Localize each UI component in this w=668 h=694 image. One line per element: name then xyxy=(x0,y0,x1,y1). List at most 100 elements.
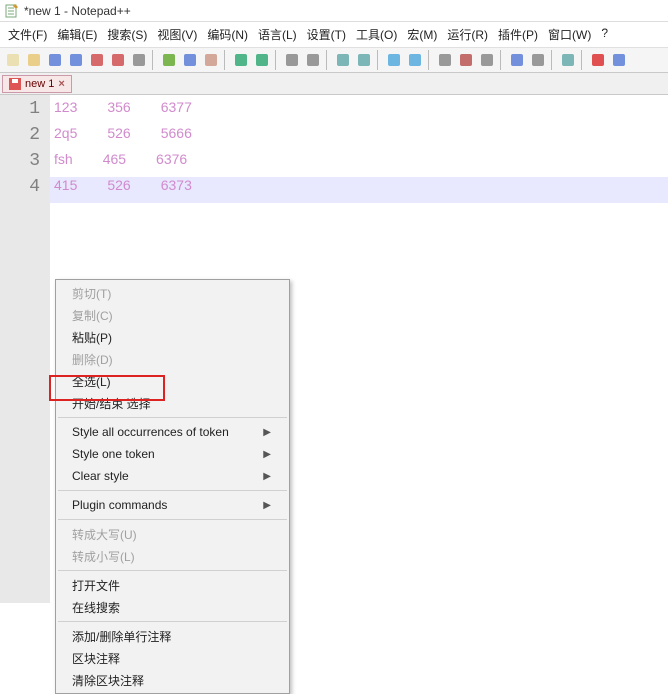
ctxmenu-separator xyxy=(58,417,287,418)
ctxmenu-item[interactable]: 打开文件 xyxy=(56,574,289,596)
close-all-icon[interactable] xyxy=(108,50,128,70)
ctxmenu-item[interactable]: Style all occurrences of token ▶ xyxy=(56,421,289,443)
code-line[interactable]: 1233566377 xyxy=(50,99,668,125)
menu-bar: 文件(F)编辑(E)搜索(S)视图(V)编码(N)语言(L)设置(T)工具(O)… xyxy=(0,22,668,47)
ctxmenu-label: 转成大写(U) xyxy=(72,526,137,543)
toolbar-separator xyxy=(326,50,330,70)
tab-label: new 1 xyxy=(25,78,54,90)
replace-icon[interactable] xyxy=(303,50,323,70)
menu-11[interactable]: 窗口(W) xyxy=(544,24,595,45)
ctxmenu-label: 全选(L) xyxy=(72,373,111,390)
menu-12[interactable]: ? xyxy=(597,24,612,45)
code-token: fsh xyxy=(54,151,73,177)
ctxmenu-item[interactable]: 区块注释 xyxy=(56,647,289,669)
ctxmenu-item[interactable]: 开始/结束 选择 xyxy=(56,392,289,414)
line-gutter: 1234 xyxy=(0,95,50,603)
ctxmenu-label: 清除区块注释 xyxy=(72,672,144,689)
ctxmenu-label: 区块注释 xyxy=(72,650,120,667)
code-token: 356 xyxy=(107,99,130,125)
ctxmenu-label: Plugin commands xyxy=(72,498,167,512)
code-token: 5666 xyxy=(161,125,192,151)
toolbar-separator xyxy=(500,50,504,70)
menu-10[interactable]: 插件(P) xyxy=(494,24,542,45)
doc-map-icon[interactable] xyxy=(528,50,548,70)
code-token: 465 xyxy=(103,151,126,177)
close-icon[interactable] xyxy=(87,50,107,70)
menu-8[interactable]: 宏(M) xyxy=(403,24,441,45)
tab-close-icon[interactable]: × xyxy=(58,78,64,90)
ctxmenu-label: 删除(D) xyxy=(72,351,113,368)
print-icon[interactable] xyxy=(129,50,149,70)
lang-icon[interactable] xyxy=(507,50,527,70)
undo-icon[interactable] xyxy=(231,50,251,70)
wrap-icon[interactable] xyxy=(435,50,455,70)
find-icon[interactable] xyxy=(282,50,302,70)
code-line[interactable]: 2q55265666 xyxy=(50,125,668,151)
ctxmenu-item[interactable]: Clear style▶ xyxy=(56,465,289,487)
code-token: 415 xyxy=(54,177,77,203)
redo-icon[interactable] xyxy=(252,50,272,70)
tab-new-1[interactable]: new 1 × xyxy=(2,75,72,93)
zoom-in-icon[interactable] xyxy=(333,50,353,70)
menu-0[interactable]: 文件(F) xyxy=(4,24,51,45)
menu-9[interactable]: 运行(R) xyxy=(443,24,492,45)
ctxmenu-item[interactable]: 粘贴(P) xyxy=(56,326,289,348)
ctxmenu-item[interactable]: 在线搜索 xyxy=(56,596,289,618)
chevron-right-icon: ▶ xyxy=(263,449,271,460)
sync-v-icon[interactable] xyxy=(384,50,404,70)
menu-5[interactable]: 语言(L) xyxy=(254,24,301,45)
ctxmenu-label: 剪切(T) xyxy=(72,285,111,302)
open-file-icon[interactable] xyxy=(24,50,44,70)
menu-1[interactable]: 编辑(E) xyxy=(53,24,101,45)
toolbar-separator xyxy=(377,50,381,70)
chevron-right-icon: ▶ xyxy=(263,427,271,438)
ctxmenu-separator xyxy=(58,570,287,571)
menu-7[interactable]: 工具(O) xyxy=(352,24,401,45)
cut-icon[interactable] xyxy=(159,50,179,70)
ctxmenu-item[interactable]: 添加/删除单行注释 xyxy=(56,625,289,647)
toolbar-separator xyxy=(152,50,156,70)
paste-icon[interactable] xyxy=(201,50,221,70)
menu-6[interactable]: 设置(T) xyxy=(303,24,350,45)
code-line[interactable]: 4155266373 xyxy=(50,177,668,203)
show-all-icon[interactable] xyxy=(456,50,476,70)
code-token: 526 xyxy=(107,125,130,151)
monitor-icon[interactable] xyxy=(558,50,578,70)
record-icon[interactable] xyxy=(588,50,608,70)
ctxmenu-label: Style all occurrences of token xyxy=(72,425,229,439)
ctxmenu-label: 粘贴(P) xyxy=(72,329,112,346)
tab-bar: new 1 × xyxy=(0,73,668,95)
save-icon[interactable] xyxy=(45,50,65,70)
ctxmenu-item: 转成大写(U) xyxy=(56,523,289,545)
toolbar-separator xyxy=(224,50,228,70)
ctxmenu-item[interactable]: Plugin commands ▶ xyxy=(56,494,289,516)
ctxmenu-label: 复制(C) xyxy=(72,307,113,324)
menu-4[interactable]: 编码(N) xyxy=(203,24,252,45)
line-number: 4 xyxy=(0,177,50,203)
ctxmenu-separator xyxy=(58,621,287,622)
editor[interactable]: 1234 12335663772q55265666fsh465637641552… xyxy=(0,95,668,603)
code-token: 526 xyxy=(107,177,130,203)
chevron-right-icon: ▶ xyxy=(263,500,271,511)
toolbar xyxy=(0,47,668,73)
indent-guide-icon[interactable] xyxy=(477,50,497,70)
menu-3[interactable]: 视图(V) xyxy=(153,24,201,45)
zoom-out-icon[interactable] xyxy=(354,50,374,70)
ctxmenu-label: Clear style xyxy=(72,469,129,483)
code-line[interactable]: fsh4656376 xyxy=(50,151,668,177)
menu-2[interactable]: 搜索(S) xyxy=(103,24,151,45)
ctxmenu-item[interactable]: Style one token▶ xyxy=(56,443,289,465)
ctxmenu-item[interactable]: 清除区块注释 xyxy=(56,669,289,691)
line-number: 3 xyxy=(0,151,50,177)
title-bar: *new 1 - Notepad++ xyxy=(0,0,668,22)
ctxmenu-item[interactable]: 全选(L) xyxy=(56,370,289,392)
sync-h-icon[interactable] xyxy=(405,50,425,70)
ctxmenu-separator xyxy=(58,519,287,520)
save-all-icon[interactable] xyxy=(66,50,86,70)
play-icon[interactable] xyxy=(609,50,629,70)
window-title: *new 1 - Notepad++ xyxy=(24,4,131,18)
toolbar-separator xyxy=(581,50,585,70)
toolbar-separator xyxy=(428,50,432,70)
new-file-icon[interactable] xyxy=(3,50,23,70)
copy-icon[interactable] xyxy=(180,50,200,70)
